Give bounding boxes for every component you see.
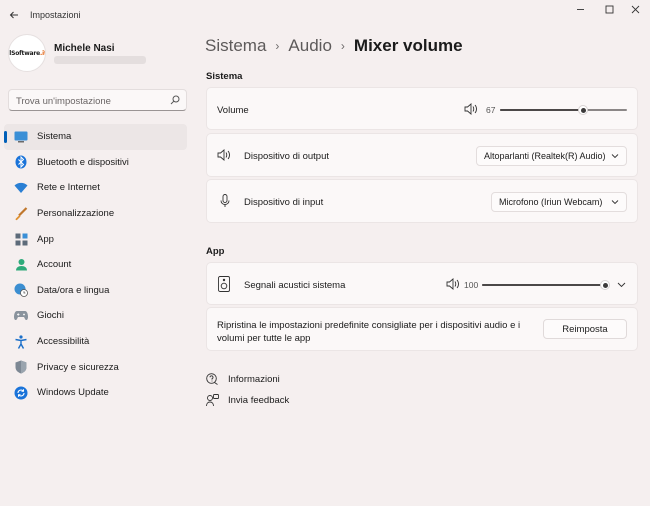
wifi-icon xyxy=(14,181,28,195)
system-sounds-slider[interactable] xyxy=(482,280,611,290)
input-device-dropdown[interactable]: Microfono (Iriun Webcam) xyxy=(491,192,627,212)
user-email-redacted xyxy=(54,56,146,64)
title-bar: Impostazioni xyxy=(0,0,650,30)
sidebar-item-accessibilita[interactable]: Accessibilità xyxy=(4,329,187,355)
section-title-sistema: Sistema xyxy=(206,71,243,82)
output-device-label: Dispositivo di output xyxy=(244,151,330,162)
reset-button[interactable]: Reimposta xyxy=(543,319,627,339)
feedback-icon xyxy=(206,394,219,407)
reset-description-line2: volumi per tutte le app xyxy=(217,333,311,344)
volume-card: Volume 67 xyxy=(206,87,638,130)
person-icon xyxy=(14,258,28,272)
sidebar-item-label: Accessibilità xyxy=(37,336,90,348)
breadcrumb: Sistema › Audio › Mixer volume xyxy=(205,36,463,56)
globe-clock-icon xyxy=(14,283,28,298)
sidebar-item-label: Sistema xyxy=(37,131,72,143)
section-title-app: App xyxy=(206,246,225,257)
feedback-link-label: Invia feedback xyxy=(228,395,290,406)
volume-slider[interactable] xyxy=(500,105,627,115)
sidebar-item-privacy[interactable]: Privacy e sicurezza xyxy=(4,354,187,380)
chevron-down-icon[interactable] xyxy=(617,280,626,289)
feedback-link[interactable]: Invia feedback xyxy=(206,394,289,407)
chevron-down-icon xyxy=(611,154,619,159)
sidebar-item-giochi[interactable]: Giochi xyxy=(4,303,187,329)
page-title: Mixer volume xyxy=(353,36,463,55)
sidebar-item-personalizzazione[interactable]: Personalizzazione xyxy=(4,201,187,227)
sidebar-item-label: Privacy e sicurezza xyxy=(37,361,119,373)
sidebar-item-label: Data/ora e lingua xyxy=(37,284,110,296)
system-sounds-value: 100 xyxy=(464,280,479,290)
shield-icon xyxy=(14,360,28,374)
system-sounds-card: Segnali acustici sistema 100 xyxy=(206,262,638,305)
sidebar-item-label: Account xyxy=(37,259,72,271)
close-button[interactable] xyxy=(620,2,650,16)
microphone-icon xyxy=(220,194,230,208)
chevron-down-icon xyxy=(611,200,619,205)
minimize-button[interactable] xyxy=(565,2,595,16)
volume-label: Volume xyxy=(217,105,249,116)
close-icon xyxy=(631,5,639,13)
maximize-icon xyxy=(605,5,613,13)
sidebar-item-bluetooth[interactable]: Bluetooth e dispositivi xyxy=(4,150,187,176)
reset-description: Ripristina le impostazioni predefinite c… xyxy=(217,319,527,345)
arrow-left-icon xyxy=(9,11,18,19)
volume-slider-fill xyxy=(500,109,584,111)
bluetooth-icon xyxy=(14,155,28,169)
speaker-icon xyxy=(217,149,231,161)
output-device-dropdown[interactable]: Altoparlanti (Realtek(R) Audio) xyxy=(476,146,627,166)
minimize-icon xyxy=(576,8,584,10)
sidebar-item-label: Personalizzazione xyxy=(37,208,115,220)
reset-card: Ripristina le impostazioni predefinite c… xyxy=(206,307,638,351)
system-speaker-icon xyxy=(218,276,230,292)
speaker-icon[interactable] xyxy=(446,278,460,290)
input-device-label: Dispositivo di input xyxy=(244,197,324,208)
sidebar-item-data-ora[interactable]: Data/ora e lingua xyxy=(4,278,187,304)
search-placeholder: Trova un'impostazione xyxy=(16,96,111,107)
sidebar-nav: Sistema Bluetooth e dispositivi Rete e I… xyxy=(4,124,187,406)
output-device-card: Dispositivo di output Altoparlanti (Real… xyxy=(206,133,638,177)
reset-description-line1: Ripristina le impostazioni predefinite c… xyxy=(217,320,521,331)
sidebar-item-label: Giochi xyxy=(37,310,64,322)
volume-slider-thumb[interactable] xyxy=(578,105,589,115)
sidebar-item-account[interactable]: Account xyxy=(4,252,187,278)
info-link-label: Informazioni xyxy=(228,373,280,385)
speaker-icon[interactable] xyxy=(464,103,478,115)
chevron-right-icon: › xyxy=(275,39,280,53)
apps-icon xyxy=(14,232,28,246)
user-name: Michele Nasi xyxy=(54,43,115,54)
sidebar-item-label: Bluetooth e dispositivi xyxy=(37,156,129,168)
back-button[interactable] xyxy=(6,7,22,23)
brush-icon xyxy=(14,206,28,221)
sidebar-item-sistema[interactable]: Sistema xyxy=(4,124,187,150)
monitor-icon xyxy=(14,130,28,144)
breadcrumb-sistema[interactable]: Sistema xyxy=(205,36,266,56)
update-icon xyxy=(14,386,28,400)
sidebar-item-label: App xyxy=(37,233,54,245)
info-link[interactable]: Informazioni xyxy=(206,373,280,385)
search-icon xyxy=(170,95,180,105)
avatar-logo: ilSoftware.it xyxy=(9,49,46,57)
volume-value: 67 xyxy=(486,105,496,115)
sidebar-item-label: Windows Update xyxy=(37,387,109,399)
help-chat-icon xyxy=(206,373,218,385)
system-sounds-slider-fill xyxy=(482,284,606,286)
sidebar-item-windows-update[interactable]: Windows Update xyxy=(4,380,187,406)
output-device-selected: Altoparlanti (Realtek(R) Audio) xyxy=(484,151,606,161)
system-sounds-label: Segnali acustici sistema xyxy=(244,280,346,291)
system-sounds-slider-thumb[interactable] xyxy=(600,280,611,290)
breadcrumb-audio[interactable]: Audio xyxy=(288,36,331,56)
app-title: Impostazioni xyxy=(30,10,81,20)
sidebar-item-rete[interactable]: Rete e Internet xyxy=(4,175,187,201)
gamepad-icon xyxy=(14,309,28,323)
input-device-card: Dispositivo di input Microfono (Iriun We… xyxy=(206,179,638,223)
search-input[interactable]: Trova un'impostazione xyxy=(8,89,187,111)
chevron-right-icon: › xyxy=(340,39,345,53)
input-device-selected: Microfono (Iriun Webcam) xyxy=(499,197,603,207)
accessibility-icon xyxy=(14,334,28,349)
sidebar-item-label: Rete e Internet xyxy=(37,182,100,194)
avatar[interactable]: ilSoftware.it xyxy=(8,34,46,72)
sidebar-item-app[interactable]: App xyxy=(4,226,187,252)
